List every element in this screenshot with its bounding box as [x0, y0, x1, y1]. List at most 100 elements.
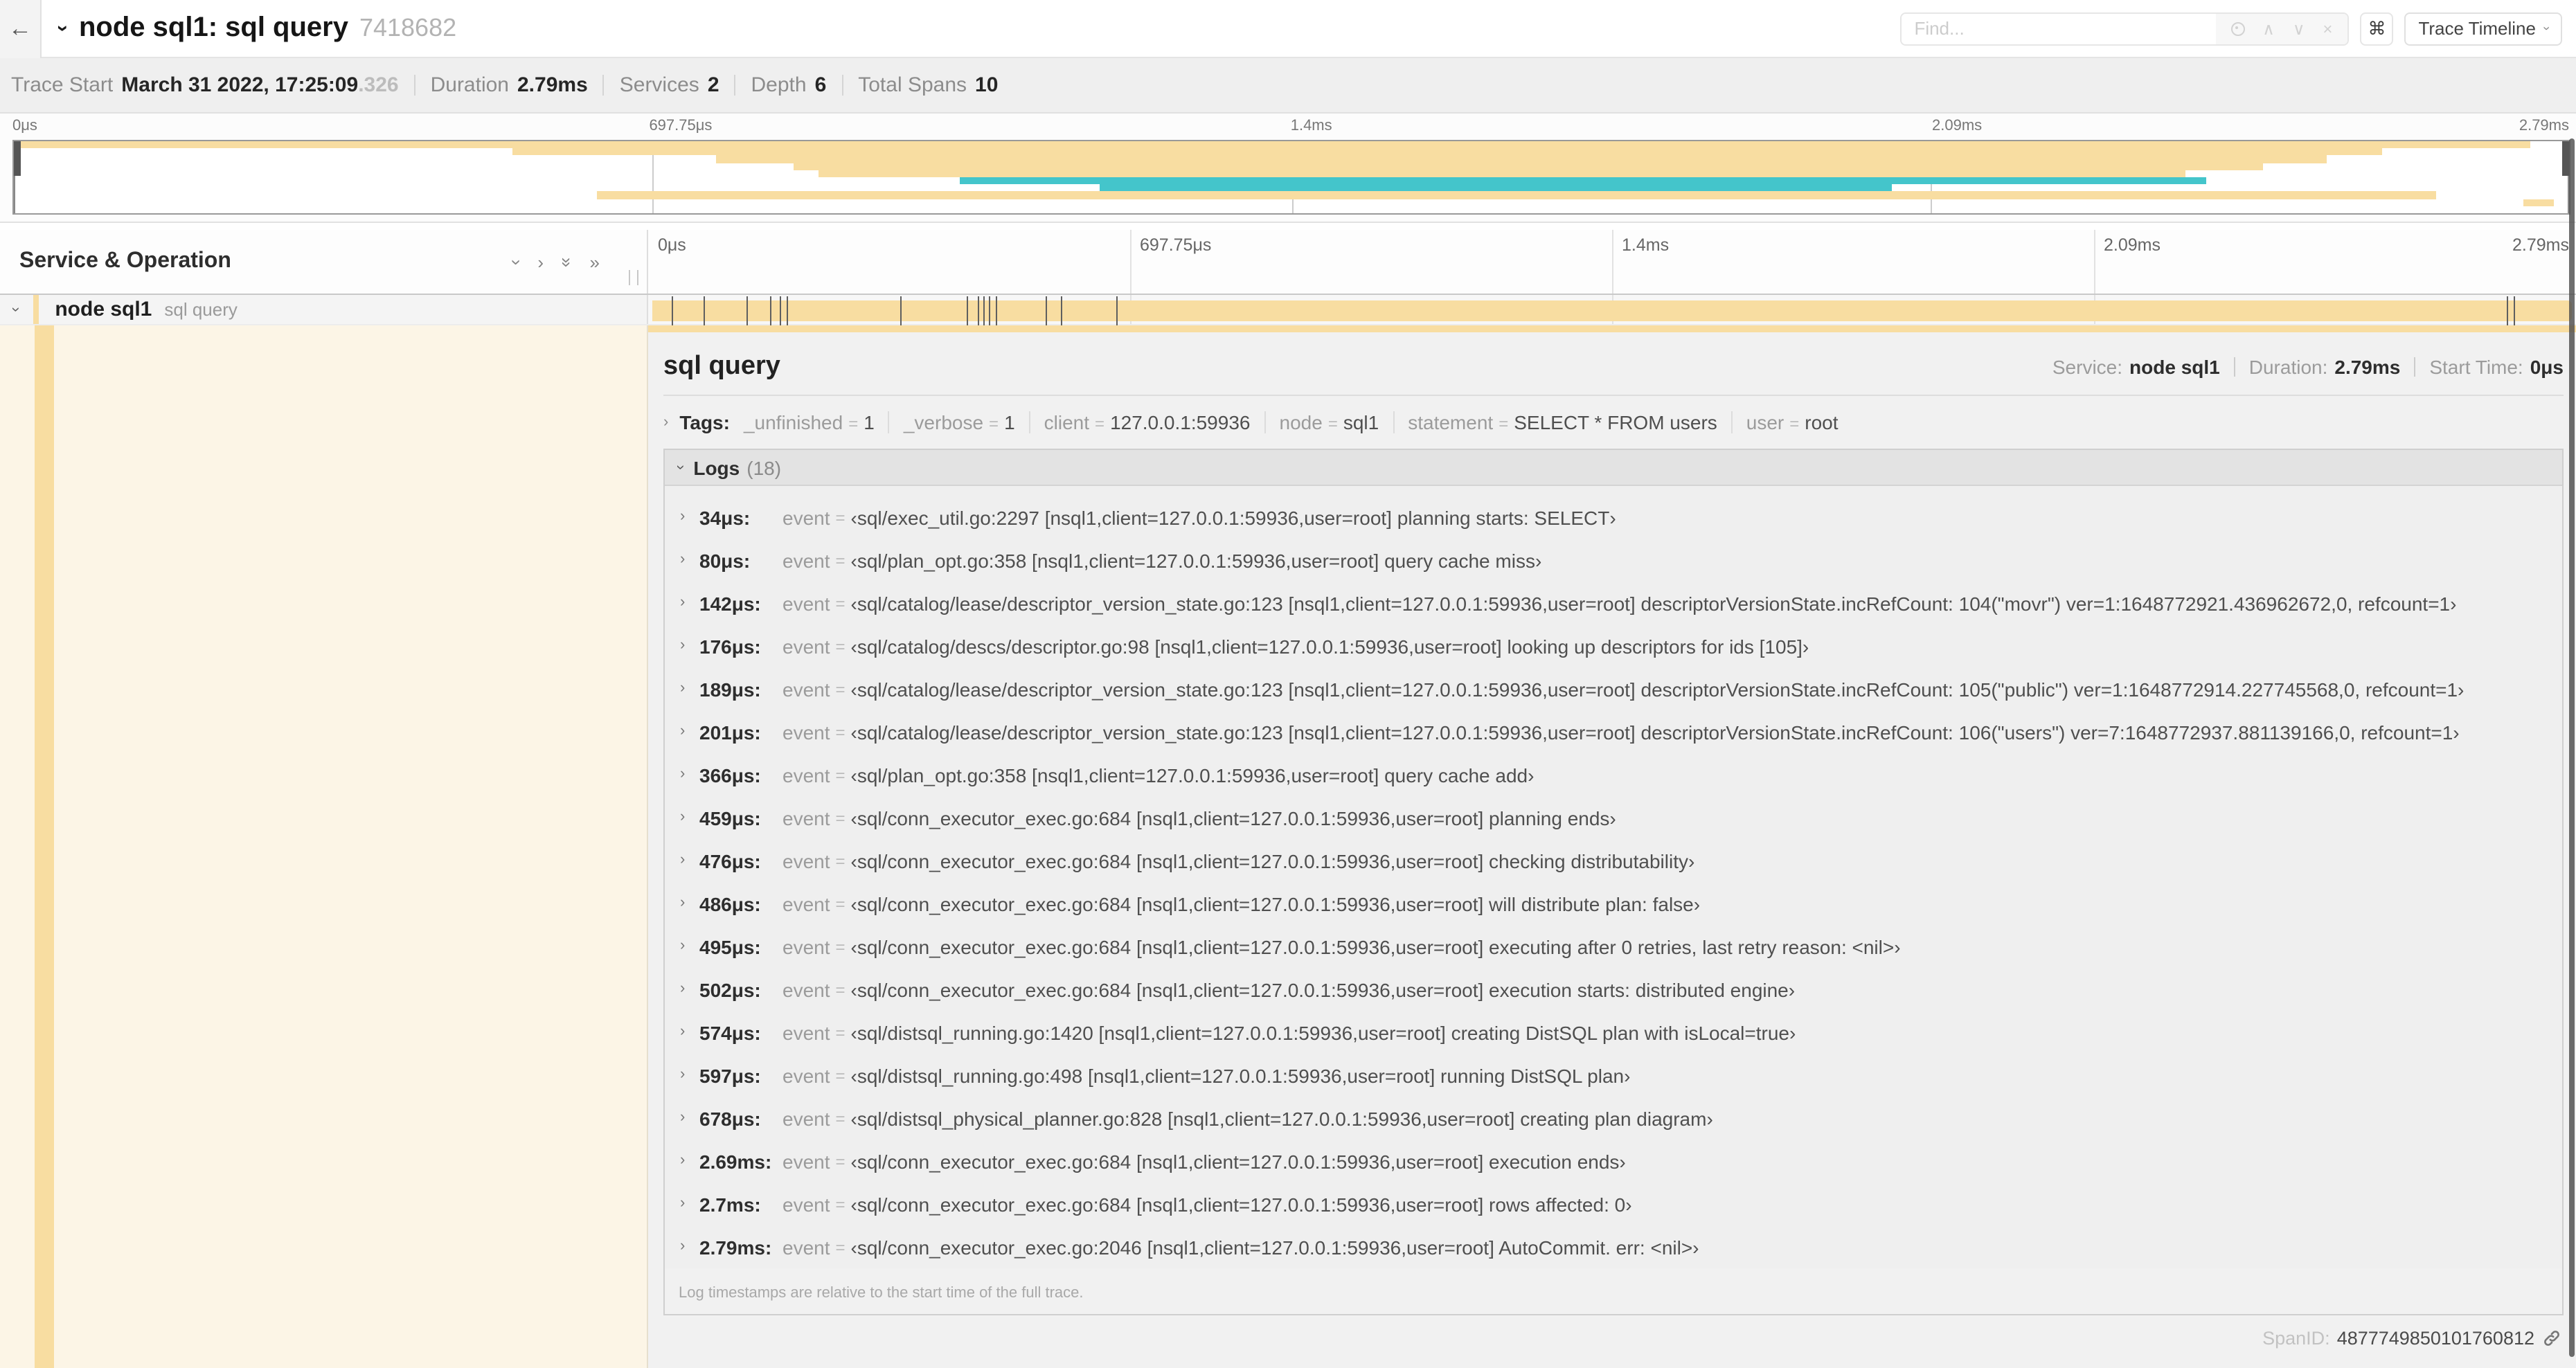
view-selector-button[interactable]: Trace Timeline › [2404, 12, 2562, 45]
log-event-key: event [782, 978, 830, 1000]
span-duration-bar[interactable] [652, 300, 2573, 321]
log-expand-icon[interactable]: › [680, 766, 699, 782]
log-expand-icon[interactable]: › [680, 1110, 699, 1126]
log-row[interactable]: › 476μs: event = ‹sql/conn_executor_exec… [665, 839, 2562, 882]
log-row[interactable]: › 2.7ms: event = ‹sql/conn_executor_exec… [665, 1182, 2562, 1225]
log-event-key: event [782, 892, 830, 915]
log-expand-icon[interactable]: › [680, 1239, 699, 1254]
log-expand-icon[interactable]: › [680, 852, 699, 868]
log-expand-icon[interactable]: › [680, 1196, 699, 1212]
tag-equals: = [1789, 414, 1800, 433]
log-equals: = [835, 1237, 846, 1257]
tag-value: root [1805, 411, 1839, 433]
tag-pair: user = root [1730, 411, 1839, 433]
next-result-icon[interactable]: ∨ [2293, 19, 2305, 38]
tag-pair: node = sql1 [1264, 411, 1379, 433]
log-expand-icon[interactable]: › [680, 595, 699, 611]
log-row[interactable]: › 2.69ms: event = ‹sql/conn_executor_exe… [665, 1140, 2562, 1182]
log-row[interactable]: › 597μs: event = ‹sql/distsql_running.go… [665, 1054, 2562, 1097]
prev-result-icon[interactable]: ∧ [2262, 19, 2275, 38]
log-timestamp: 34μs: [699, 506, 751, 528]
log-event-key: event [782, 506, 830, 528]
log-equals: = [835, 1065, 846, 1085]
log-row[interactable]: › 189μs: event = ‹sql/catalog/lease/desc… [665, 667, 2562, 710]
service-operation-header: Service & Operation › › » » [0, 230, 648, 294]
log-row[interactable]: › 678μs: event = ‹sql/distsql_physical_p… [665, 1097, 2562, 1140]
ruler-label: 697.75μs [1140, 235, 1212, 255]
detail-divider [663, 395, 2564, 396]
log-row[interactable]: › 486μs: event = ‹sql/conn_executor_exec… [665, 882, 2562, 925]
log-row[interactable]: › 80μs: event = ‹sql/plan_opt.go:358 [ns… [665, 539, 2562, 582]
log-row[interactable]: › 366μs: event = ‹sql/plan_opt.go:358 [n… [665, 753, 2562, 796]
log-expand-icon[interactable]: › [680, 1024, 699, 1040]
log-row[interactable]: › 201μs: event = ‹sql/catalog/lease/desc… [665, 710, 2562, 753]
log-row[interactable]: › 34μs: event = ‹sql/exec_util.go:2297 [… [665, 496, 2562, 539]
span-collapse-icon[interactable]: › [8, 307, 24, 312]
log-timestamp: 502μs: [699, 978, 761, 1000]
log-expand-icon[interactable]: › [680, 638, 699, 654]
log-marker-tick [671, 296, 673, 325]
log-expand-icon[interactable]: › [680, 895, 699, 911]
vertical-scrollbar[interactable] [2569, 138, 2575, 1357]
log-marker-tick [900, 296, 902, 325]
ruler-label: 0μs [658, 235, 686, 255]
range-scrubber-left[interactable] [14, 141, 21, 213]
tag-list: _unfinished = 1 _verbose = 1 client = 12… [744, 411, 1839, 433]
collapse-one-icon[interactable]: › [506, 259, 527, 265]
minimap-span-bar [2523, 199, 2554, 206]
ruler-label: 2.79ms [2512, 235, 2569, 255]
clear-search-icon[interactable]: × [2323, 19, 2332, 38]
log-expand-icon[interactable]: › [680, 1153, 699, 1169]
log-expand-icon[interactable]: › [680, 552, 699, 568]
command-icon: ⌘ [2368, 17, 2386, 38]
log-expand-icon[interactable]: › [680, 723, 699, 739]
log-equals: = [835, 593, 846, 613]
log-event-key: event [782, 764, 830, 786]
service-operation-title: Service & Operation [19, 249, 231, 273]
collapse-all-icon[interactable]: » [556, 257, 577, 267]
log-row[interactable]: › 459μs: event = ‹sql/conn_executor_exec… [665, 796, 2562, 839]
meta-value: node sql1 [2129, 356, 2220, 378]
log-row[interactable]: › 176μs: event = ‹sql/catalog/descs/desc… [665, 624, 2562, 667]
expand-all-icon[interactable]: » [590, 253, 600, 271]
tag-pair: _unfinished = 1 [744, 411, 875, 433]
meta-value: 2.79ms [2334, 356, 2401, 378]
locate-icon[interactable] [2230, 21, 2245, 35]
summary-divider [734, 75, 736, 96]
log-event-value: ‹sql/catalog/lease/descriptor_version_st… [850, 678, 2465, 700]
log-event-key: event [782, 807, 830, 829]
logs-collapse-icon: › [672, 465, 689, 470]
keyboard-shortcuts-button[interactable]: ⌘ [2360, 12, 2394, 45]
log-row[interactable]: › 142μs: event = ‹sql/catalog/lease/desc… [665, 582, 2562, 624]
collapse-trace-icon[interactable]: › [51, 25, 75, 32]
back-button[interactable]: ← [0, 0, 42, 57]
ruler-gridline [1612, 230, 1613, 294]
log-expand-icon[interactable]: › [680, 681, 699, 696]
log-event-key: event [782, 935, 830, 957]
span-color-accent [33, 295, 39, 324]
summary-label: Total Spans [858, 73, 967, 97]
log-row[interactable]: › 502μs: event = ‹sql/conn_executor_exec… [665, 968, 2562, 1011]
summary-item: Total Spans 10 [858, 73, 998, 97]
tags-label[interactable]: Tags: [679, 411, 730, 433]
span-row[interactable]: › node sql1 sql query [0, 295, 2576, 325]
log-expand-icon[interactable]: › [680, 809, 699, 825]
log-expand-icon[interactable]: › [680, 938, 699, 954]
find-input[interactable] [1902, 13, 2216, 44]
deep-link-icon[interactable] [2543, 1329, 2561, 1347]
span-row-timeline-cell[interactable] [648, 295, 2576, 325]
logs-header[interactable]: › Logs (18) [665, 450, 2562, 486]
log-expand-icon[interactable]: › [680, 1067, 699, 1083]
expand-one-icon[interactable]: › [537, 253, 544, 271]
log-expand-icon[interactable]: › [680, 509, 699, 525]
log-row[interactable]: › 574μs: event = ‹sql/distsql_running.go… [665, 1011, 2562, 1054]
log-marker-tick [2514, 296, 2516, 325]
minimap-canvas[interactable] [12, 140, 2570, 215]
log-row[interactable]: › 2.79ms: event = ‹sql/conn_executor_exe… [665, 1225, 2562, 1268]
column-resize-grip[interactable] [629, 270, 638, 285]
log-expand-icon[interactable]: › [680, 981, 699, 997]
log-row[interactable]: › 495μs: event = ‹sql/conn_executor_exec… [665, 925, 2562, 968]
summary-divider [602, 75, 605, 96]
summary-item: Trace Start March 31 2022, 17:25:09 .326 [11, 73, 399, 97]
tags-expand-icon[interactable]: › [663, 414, 668, 430]
